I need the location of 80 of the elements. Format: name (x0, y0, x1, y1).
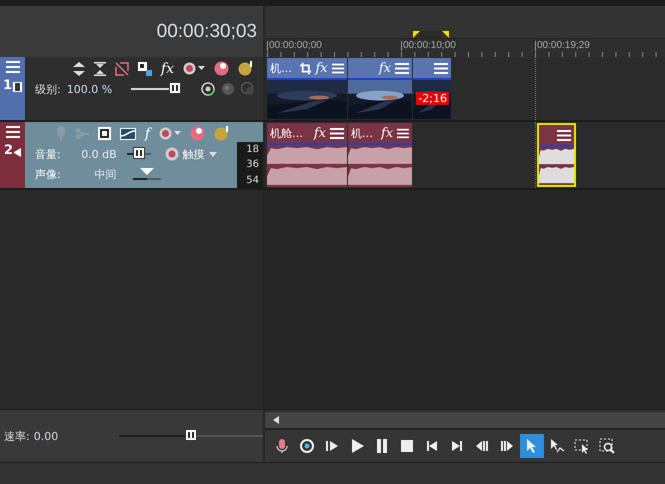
select-tool-icon (574, 438, 590, 454)
expand-track-icon[interactable] (72, 62, 85, 76)
pause-icon (374, 438, 390, 454)
prev-frame-icon (474, 438, 490, 454)
slider-thumb[interactable] (185, 429, 198, 441)
slider-thumb[interactable] (132, 147, 145, 159)
next-frame-icon (499, 438, 515, 454)
play-start-icon (324, 438, 340, 454)
go-end-icon (449, 438, 465, 454)
meter-tick-label: 18 (246, 144, 259, 156)
zoom-tool-icon (599, 438, 615, 454)
mute-icon[interactable] (214, 61, 229, 76)
horizontal-scrollbar[interactable] (265, 412, 665, 430)
control-label: 声像: (35, 166, 61, 182)
pan-slider[interactable] (132, 168, 161, 180)
envelope-tool-icon (549, 438, 565, 454)
control-value: 中间 (94, 166, 117, 182)
menu-icon[interactable] (397, 128, 409, 138)
track-header[interactable]: 2 f 音量: 0.0 dB 触摸 声像: 中间 18 36 54 (0, 122, 263, 188)
stop-icon (399, 438, 415, 454)
gear-icon[interactable] (164, 147, 179, 161)
clip-name: 机… (351, 126, 373, 140)
automation-mode[interactable]: 触摸 (182, 146, 205, 162)
fx-button[interactable]: f (144, 126, 150, 140)
level-slider[interactable] (126, 147, 151, 161)
scroll-left-icon[interactable] (273, 416, 279, 424)
crop-icon[interactable] (300, 62, 312, 74)
loop-icon (299, 438, 315, 454)
solo-icon[interactable] (238, 61, 253, 76)
gear-dropdown-icon[interactable] (183, 62, 205, 75)
slider-thumb[interactable] (168, 82, 181, 94)
waveform-drawing (539, 147, 574, 185)
level-slider[interactable] (130, 82, 181, 96)
invert-phase-icon[interactable] (98, 127, 111, 140)
track-number: 1 (2, 79, 12, 92)
rate-label: 速率: (4, 428, 30, 444)
film-icon (13, 82, 22, 92)
fx-button[interactable]: fx (381, 126, 394, 140)
ruler-label: 00:00:10;00 (401, 41, 456, 51)
menu-icon[interactable] (434, 62, 448, 74)
loop-region-marker-icon[interactable] (413, 31, 449, 38)
rate-slider[interactable] (119, 429, 263, 443)
control-value: 100.0 % (66, 82, 114, 96)
waveform-icon[interactable] (120, 128, 136, 140)
menu-icon[interactable] (395, 62, 409, 74)
ruler-label: 00:00:00;00 (267, 41, 322, 51)
collapse-track-icon[interactable] (94, 62, 106, 76)
ruler-label: 00:00:19;29 (535, 41, 590, 51)
waveform-drawing (348, 145, 412, 187)
track-header[interactable]: 1 fx 级别: 100.0 % (0, 57, 263, 120)
menu-icon[interactable] (330, 128, 344, 138)
fx-button[interactable]: fx (315, 62, 328, 74)
pan-thumb-icon[interactable] (140, 168, 154, 176)
audio-clip[interactable] (537, 123, 576, 187)
menu-icon[interactable] (332, 62, 344, 74)
timecode: 00:00:30;03 (156, 20, 257, 42)
menu-icon[interactable] (6, 61, 20, 73)
menu-icon[interactable] (6, 126, 20, 138)
time-ruler[interactable]: 00:00:00;00 00:00:10;00 00:00:19;29 (265, 39, 665, 57)
time-badge: -2;16 (416, 92, 449, 105)
clip-name: 机… (270, 60, 292, 76)
compositing-icon[interactable] (138, 62, 152, 76)
track-number: 2 (4, 144, 14, 157)
speaker-icon (14, 148, 22, 157)
control-label: 级别: (35, 82, 61, 96)
meter-tick-label: 54 (246, 174, 259, 186)
play-icon (349, 438, 365, 454)
bypass-icon[interactable] (200, 82, 215, 96)
control-label: 音量: (35, 146, 61, 162)
control-value: 0.0 dB (80, 148, 117, 160)
motion-icon[interactable] (114, 62, 129, 76)
meter-tick-label: 36 (246, 159, 259, 170)
fx-button[interactable]: fx (314, 126, 326, 140)
caret-icon[interactable] (208, 152, 217, 156)
clip-name: 机舱… (270, 126, 303, 140)
go-start-icon (424, 438, 440, 454)
fx-button[interactable]: fx (160, 62, 174, 76)
rate-value: 0.00 (34, 430, 60, 442)
fx-button[interactable]: fx (378, 62, 391, 74)
menu-icon[interactable] (557, 130, 571, 140)
